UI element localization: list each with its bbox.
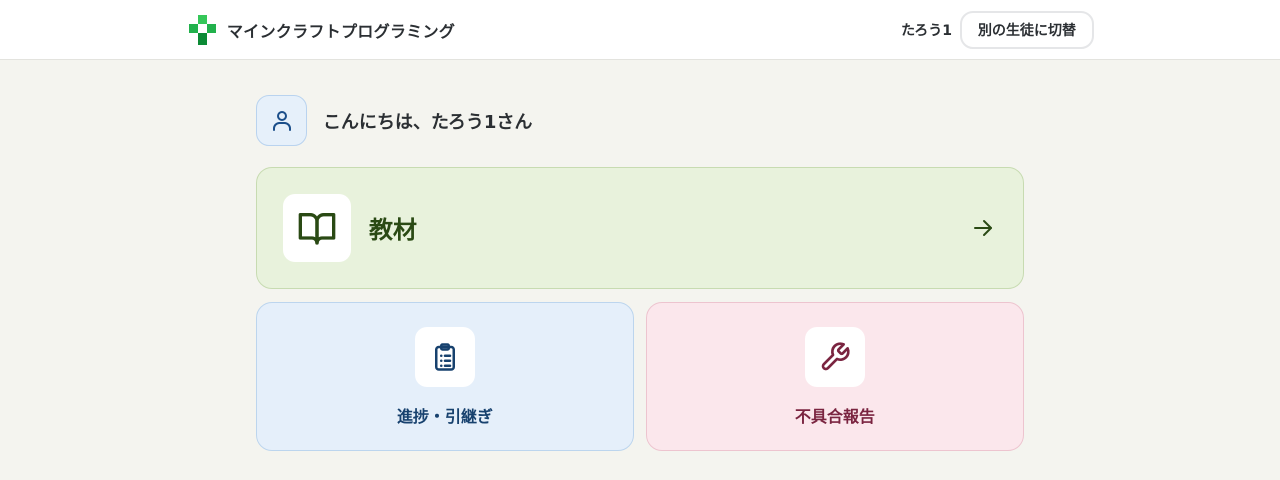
open-book-icon bbox=[298, 213, 336, 245]
materials-icon-box bbox=[283, 194, 351, 262]
progress-card[interactable]: 進捗・引継ぎ bbox=[256, 302, 634, 451]
app-title: マインクラフトプログラミング bbox=[227, 22, 456, 41]
app-header: マインクラフトプログラミング たろう1 別の生徒に切替 bbox=[0, 0, 1280, 60]
user-area: たろう1 別の生徒に切替 bbox=[901, 11, 1094, 49]
green-cross-logo-icon bbox=[189, 15, 216, 45]
report-icon-box bbox=[805, 327, 865, 387]
greeting: こんにちは、たろう1さん bbox=[256, 95, 532, 146]
clipboard-list-icon bbox=[435, 343, 455, 371]
greeting-text: こんにちは、たろう1さん bbox=[323, 111, 533, 133]
current-user-name: たろう1 bbox=[901, 23, 952, 39]
report-label: 不具合報告 bbox=[794, 407, 875, 426]
progress-label: 進捗・引継ぎ bbox=[396, 407, 493, 426]
wrench-icon bbox=[821, 342, 850, 371]
brand[interactable]: マインクラフトプログラミング bbox=[189, 15, 455, 45]
materials-card[interactable]: 教材 bbox=[256, 167, 1024, 289]
progress-icon-box bbox=[415, 327, 475, 387]
avatar bbox=[256, 95, 307, 146]
switch-student-button[interactable]: 別の生徒に切替 bbox=[960, 11, 1094, 49]
arrow-right-icon bbox=[974, 220, 992, 236]
materials-label: 教材 bbox=[369, 216, 417, 244]
report-card[interactable]: 不具合報告 bbox=[646, 302, 1024, 451]
user-icon bbox=[272, 110, 291, 131]
